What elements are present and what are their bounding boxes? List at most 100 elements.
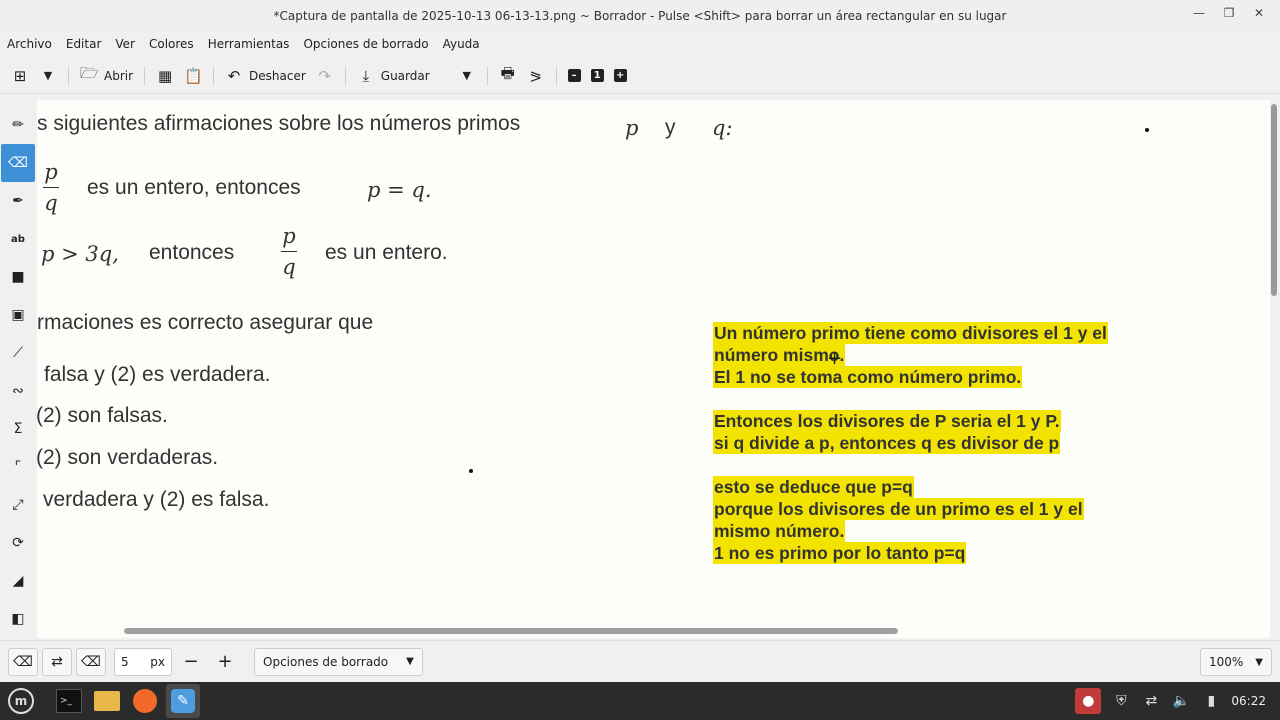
- firefox-launcher[interactable]: [128, 684, 162, 718]
- skew-icon: ◢: [12, 573, 24, 589]
- swap-mode-button[interactable]: ⇄: [42, 647, 72, 676]
- title-bar: *Captura de pantalla de 2025-10-13 06-13…: [0, 0, 1280, 31]
- zoom-out-button[interactable]: –: [563, 62, 586, 90]
- eraser-options-dropdown[interactable]: Opciones de borrado ▼: [254, 647, 423, 676]
- skew-tool[interactable]: ◢: [1, 562, 35, 600]
- annotation-line: esto se deduce que p=q: [713, 476, 914, 498]
- volume-icon[interactable]: 🔈: [1171, 693, 1191, 709]
- zoom-in-button[interactable]: +: [609, 62, 632, 90]
- chevron-down-icon: ▼: [1255, 656, 1263, 668]
- size-decrease-button[interactable]: −: [176, 648, 206, 676]
- drawing-app-icon: ✎: [171, 689, 195, 713]
- undo-button[interactable]: ↶ Deshacer: [220, 62, 311, 90]
- rotate-tool[interactable]: ⟳: [1, 524, 35, 562]
- start-menu-button[interactable]: m: [4, 684, 38, 718]
- download-icon: ⤓: [362, 66, 370, 85]
- vertical-scrollbar[interactable]: [1271, 104, 1277, 296]
- scale-icon: ⤢: [12, 497, 24, 513]
- menu-opciones-de-borrado[interactable]: Opciones de borrado: [303, 37, 428, 51]
- network-icon[interactable]: ⇄: [1141, 693, 1161, 709]
- fraction-p-over-q-2: p q: [281, 224, 297, 279]
- minus-icon: –: [567, 69, 581, 82]
- size-increase-button[interactable]: +: [210, 648, 240, 676]
- scale-tool[interactable]: ⤢: [1, 486, 35, 524]
- filters-tool[interactable]: ◧: [1, 600, 35, 638]
- menu-ayuda[interactable]: Ayuda: [443, 37, 480, 51]
- ink-dot: [1145, 128, 1149, 132]
- mint-logo-icon: m: [8, 688, 34, 714]
- fraction-denominator: q: [282, 255, 296, 279]
- line-tool[interactable]: ⟋: [1, 334, 35, 372]
- curve-tool[interactable]: ∾: [1, 372, 35, 410]
- filters-icon: ◧: [11, 611, 25, 627]
- annotation-line: si q divide a p, entonces q es divisor d…: [713, 432, 1061, 454]
- shield-icon[interactable]: ⛨: [1111, 693, 1131, 709]
- redo-icon: ↷: [318, 66, 332, 85]
- size-unit: px: [150, 654, 165, 669]
- symmetry-tool[interactable]: Σ: [1, 410, 35, 448]
- files-launcher[interactable]: [90, 684, 124, 718]
- minimize-icon[interactable]: —: [1192, 6, 1206, 20]
- new-button[interactable]: ⊞: [6, 62, 34, 90]
- new-dropdown-button[interactable]: ▼: [34, 62, 62, 90]
- save-dropdown-button[interactable]: ▼: [453, 62, 481, 90]
- terminal-launcher[interactable]: >_: [52, 684, 86, 718]
- menu-herramientas[interactable]: Herramientas: [208, 37, 290, 51]
- crop-tool[interactable]: ⌜: [1, 448, 35, 486]
- fraction-denominator: q: [44, 191, 58, 215]
- recording-icon[interactable]: ●: [1075, 688, 1102, 714]
- swap-icon: ⇄: [51, 653, 63, 670]
- var-p: p: [625, 116, 639, 140]
- chevron-down-icon: ▼: [406, 656, 414, 667]
- text-tool[interactable]: ab: [1, 220, 35, 258]
- size-field[interactable]: 5 px: [114, 647, 172, 676]
- taskbar: m >_ ✎ ● ⛨ ⇄ 🔈 ▮ 06:22: [0, 682, 1280, 720]
- save-label: Guardar: [380, 68, 430, 83]
- battery-icon[interactable]: ▮: [1201, 693, 1221, 709]
- maximize-icon[interactable]: ❐: [1222, 6, 1236, 20]
- annotation-line: mismo número.: [713, 520, 846, 542]
- menu-ver[interactable]: Ver: [115, 37, 135, 51]
- annotation-line: número mismo.: [713, 344, 846, 366]
- horizontal-scrollbar[interactable]: [124, 628, 898, 634]
- doc-line-4: rmaciones es correcto asegurar que: [37, 311, 374, 334]
- zoom-dropdown[interactable]: 100% ▼: [1200, 648, 1272, 676]
- rectangle-tool[interactable]: ■: [1, 258, 35, 296]
- clock[interactable]: 06:22: [1231, 694, 1266, 708]
- menu-colores[interactable]: Colores: [149, 37, 194, 51]
- crop-icon: ⌜: [14, 459, 22, 475]
- menu-editar[interactable]: Editar: [66, 37, 102, 51]
- share-button[interactable]: ⪖: [522, 62, 550, 90]
- zoom-original-button[interactable]: 1: [586, 62, 609, 90]
- menu-archivo[interactable]: Archivo: [7, 37, 52, 51]
- sigma-icon: Σ: [13, 421, 23, 437]
- paste-button[interactable]: 📋: [179, 62, 207, 90]
- plus-icon: +: [613, 69, 627, 82]
- drawing-app-launcher[interactable]: ✎: [166, 684, 200, 718]
- highlighter-tool[interactable]: ✒: [1, 182, 35, 220]
- eraser-options-button[interactable]: ⌫: [76, 647, 106, 676]
- size-value: 5: [121, 654, 129, 669]
- toolbar-divider: [144, 66, 146, 85]
- pencil-tool[interactable]: ✏: [1, 106, 35, 144]
- freeform-select-tool[interactable]: ▣: [1, 296, 35, 334]
- eraser-mode-button[interactable]: ⌫: [8, 647, 38, 676]
- close-icon[interactable]: ✕: [1252, 6, 1266, 20]
- redo-button[interactable]: ↷: [311, 62, 339, 90]
- print-button[interactable]: 🖶: [494, 62, 522, 90]
- eraser-icon: ⌫: [13, 653, 33, 670]
- annotation-blank: [713, 388, 1108, 410]
- eraser-tool[interactable]: ⌫: [1, 144, 35, 182]
- fraction-numerator: p: [282, 224, 296, 248]
- rectangle-icon: ■: [11, 269, 25, 285]
- main-toolbar: ⊞ ▼ 🗁 Abrir ▦ 📋 ↶ Deshacer ↷ ⤓ Guardar ▼ 🖶 …: [0, 58, 1280, 94]
- open-button[interactable]: 🗁 Abrir: [75, 62, 138, 90]
- import-button[interactable]: ▦: [151, 62, 179, 90]
- drawing-canvas[interactable]: s siguientes afirmaciones sobre los núme…: [37, 100, 1270, 638]
- save-button[interactable]: ⤓ Guardar: [352, 62, 435, 90]
- undo-icon: ↶: [227, 66, 241, 85]
- fraction-bar: [43, 187, 59, 188]
- word-y: y: [665, 116, 676, 139]
- eraser-icon: ⌫: [81, 653, 101, 670]
- select-icon: ▣: [11, 307, 25, 323]
